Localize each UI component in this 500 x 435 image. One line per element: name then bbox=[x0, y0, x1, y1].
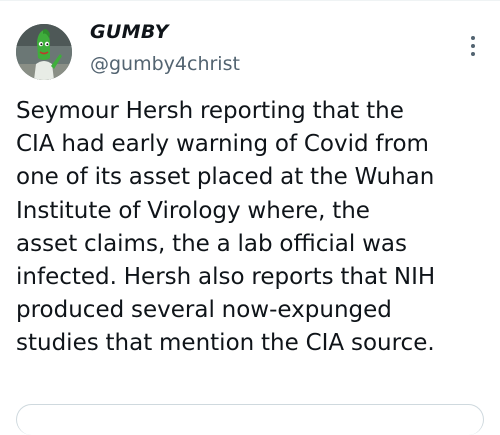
tweet-text-line: Institute of Virology where, the bbox=[16, 197, 370, 224]
author-display-name[interactable]: GUMBY bbox=[90, 20, 169, 44]
more-dot bbox=[471, 44, 475, 48]
embedded-card[interactable] bbox=[16, 404, 484, 435]
tweet-text-line: CIA had early warning of Covid from bbox=[16, 131, 429, 158]
tweet-text-line: asset claims, the a lab official was bbox=[16, 230, 407, 257]
tweet-text-line: Seymour Hersh reporting that the bbox=[16, 98, 404, 124]
tweet-text-line: produced several now-expunged bbox=[16, 297, 392, 324]
gumby-avatar-icon bbox=[16, 24, 72, 80]
tweet: GUMBY @gumby4christ Seymour Hersh report… bbox=[0, 0, 500, 435]
tweet-text-line: infected. Hersh also reports that NIH bbox=[16, 264, 436, 291]
author-handle[interactable]: @gumby4christ bbox=[90, 52, 240, 76]
more-options-icon[interactable] bbox=[466, 36, 480, 62]
tweet-text-line: studies that mention the CIA source. bbox=[16, 330, 435, 357]
avatar[interactable] bbox=[16, 24, 72, 80]
tweet-text: Seymour Hersh reporting that the CIA had… bbox=[16, 95, 492, 361]
tweet-text-line: one of its asset placed at the Wuhan bbox=[16, 164, 435, 191]
more-dot bbox=[471, 36, 475, 40]
more-dot bbox=[471, 52, 475, 56]
